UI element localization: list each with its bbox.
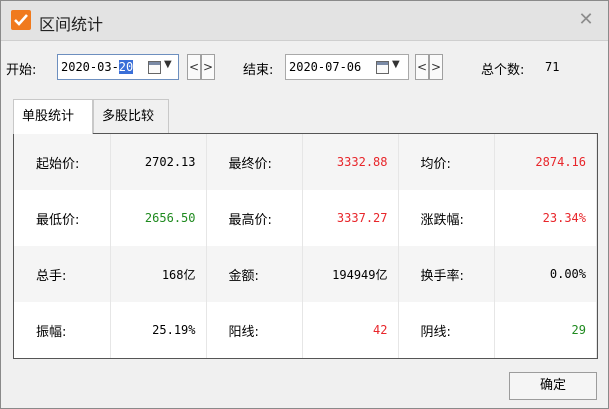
end-prev-button[interactable]: < [415,54,429,80]
calendar-dropdown-icon[interactable]: ▼ [146,59,178,77]
table-row: 最低价: 2656.50 最高价: 3337.27 涨跌幅: 23.34% [14,190,597,246]
start-prev-button[interactable]: < [187,54,201,80]
stat-value: 0.00% [494,246,597,302]
check-icon [11,10,31,30]
tab-multi-stock[interactable]: 多股比较 [93,99,169,133]
ok-button[interactable]: 确定 [509,372,597,400]
calendar-dropdown-icon[interactable]: ▼ [374,59,406,77]
date-range-toolbar: 开始: 2020-03-20 ▼ < > 结束: 2020-07-06 ▼ < … [1,53,608,83]
end-date-value: 2020-07-06 [289,60,362,74]
start-date-day-selected: 20 [118,60,134,74]
stat-value: 2702.13 [110,134,207,190]
stat-value: 168亿 [110,246,207,302]
start-label: 开始: [6,63,37,78]
stat-label: 起始价: [14,134,111,190]
start-date-value: 2020-03-20 [61,60,134,74]
end-label: 结束: [243,63,274,78]
stat-value: 42 [302,302,399,358]
tab-single-stock[interactable]: 单股统计 [13,99,93,134]
stat-label: 最高价: [206,190,303,246]
title-bar: 区间统计 ✕ [1,1,608,41]
start-date-picker[interactable]: 2020-03-20 ▼ [57,54,179,80]
stat-value: 25.19% [110,302,207,358]
stat-label: 最低价: [14,190,111,246]
stat-label: 金额: [206,246,303,302]
stats-table: 起始价: 2702.13 最终价: 3332.88 均价: 2874.16 最低价: 2656… [13,133,598,359]
interval-stats-dialog: 区间统计 ✕ 开始: 2020-03-20 ▼ < > 结束: 2020-07-… [0,0,609,409]
dialog-title: 区间统计 [39,15,104,34]
end-next-button[interactable]: > [429,54,443,80]
stat-value: 23.34% [494,190,597,246]
close-icon[interactable]: ✕ [576,10,596,30]
stat-value: 3337.27 [302,190,399,246]
stat-value: 194949亿 [302,246,399,302]
stat-label: 阳线: [206,302,303,358]
end-date-picker[interactable]: 2020-07-06 ▼ [285,54,409,80]
stat-label: 涨跌幅: [398,190,495,246]
table-row: 总手: 168亿 金额: 194949亿 换手率: 0.00% [14,246,597,302]
stat-label: 均价: [398,134,495,190]
total-count-label: 总个数: [481,63,525,78]
stat-value: 2874.16 [494,134,597,190]
start-next-button[interactable]: > [201,54,215,80]
table-row: 振幅: 25.19% 阳线: 42 阴线: 29 [14,302,597,358]
table-row: 起始价: 2702.13 最终价: 3332.88 均价: 2874.16 [14,134,597,190]
stat-value: 29 [494,302,597,358]
stat-label: 阴线: [398,302,495,358]
stat-value: 3332.88 [302,134,399,190]
stat-label: 总手: [14,246,111,302]
stat-label: 最终价: [206,134,303,190]
stat-label: 换手率: [398,246,495,302]
stat-value: 2656.50 [110,190,207,246]
stat-label: 振幅: [14,302,111,358]
total-count-value: 71 [545,60,560,74]
